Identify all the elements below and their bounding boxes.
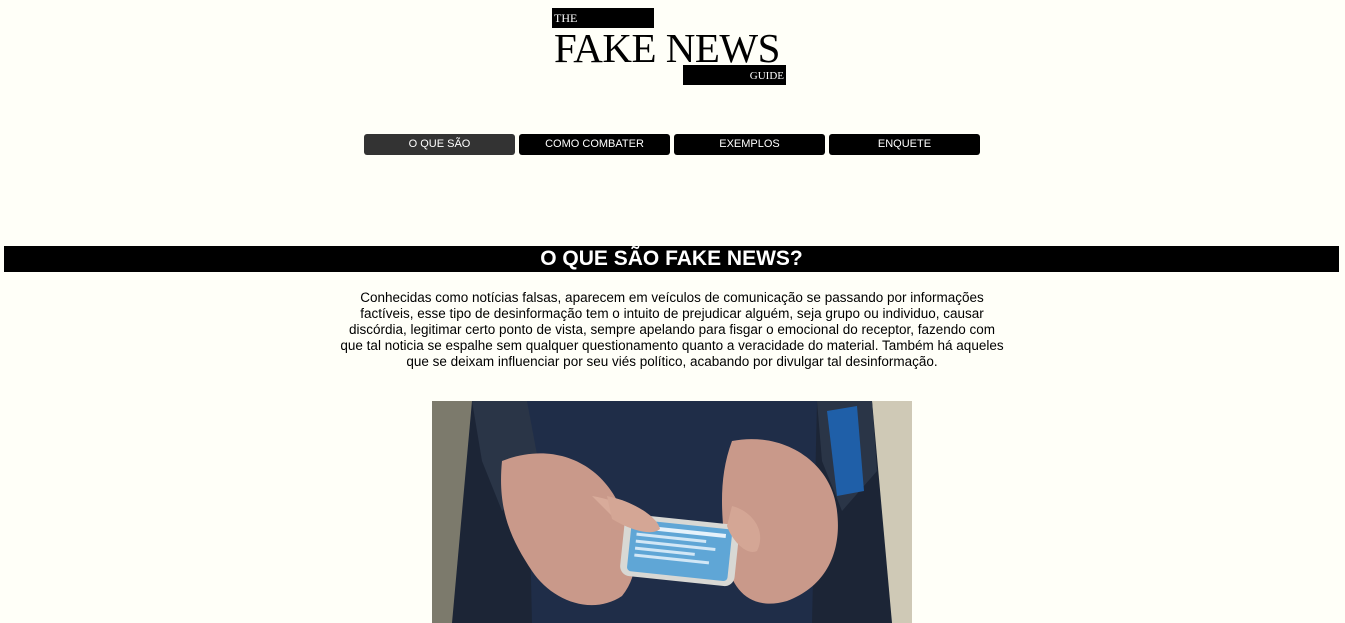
main-nav: O QUE SÃO COMO COMBATER EXEMPLOS ENQUETE [364, 134, 980, 155]
nav-item-o-que-sao[interactable]: O QUE SÃO [364, 134, 515, 155]
nav-item-exemplos[interactable]: EXEMPLOS [674, 134, 825, 155]
nav-item-como-combater[interactable]: COMO COMBATER [519, 134, 670, 155]
page: THE FAKE NEWS GUIDE O QUE SÃO COMO COMBA… [0, 0, 1345, 623]
hands-holding-phone-image [432, 401, 912, 623]
logo-guide: GUIDE [683, 65, 786, 85]
smartphone-photo [432, 401, 912, 623]
logo-title: FAKE NEWS [554, 25, 780, 71]
site-logo[interactable]: THE FAKE NEWS GUIDE [552, 8, 788, 86]
section-body: Conhecidas como notícias falsas, aparece… [340, 290, 1004, 369]
section-title: O QUE SÃO FAKE NEWS? [4, 246, 1339, 272]
nav-item-enquete[interactable]: ENQUETE [829, 134, 980, 155]
